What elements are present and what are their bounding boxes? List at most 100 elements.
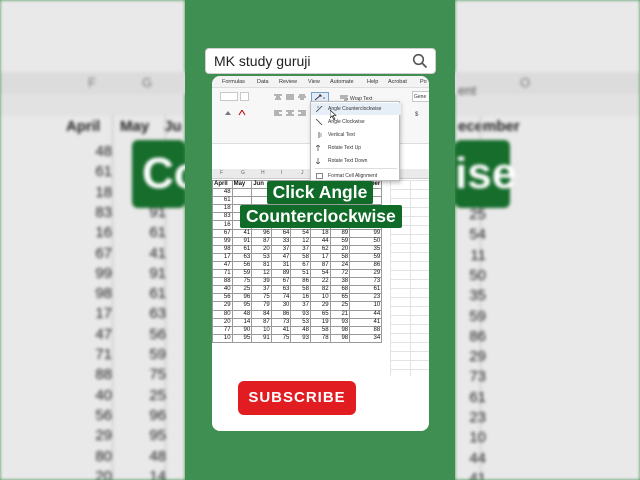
align-middle-icon[interactable] (286, 94, 294, 100)
table-cell[interactable]: 40 (212, 285, 233, 295)
table-cell[interactable]: 10 (212, 333, 233, 343)
table-cell[interactable]: 53 (290, 317, 311, 327)
table-cell[interactable]: 71 (212, 269, 233, 279)
table-cell[interactable]: 95 (231, 333, 253, 343)
menu-more[interactable]: Po (420, 76, 427, 88)
align-center-icon[interactable] (286, 110, 294, 116)
column-letter[interactable]: I (281, 170, 282, 176)
table-cell[interactable]: 37 (290, 244, 311, 254)
table-cell[interactable]: 61 (231, 244, 253, 254)
table-cell[interactable]: 37 (290, 301, 311, 311)
table-cell[interactable]: 89 (329, 228, 351, 238)
table-cell[interactable]: 65 (309, 309, 331, 319)
search-bar[interactable]: MK study guruji (205, 48, 436, 74)
table-cell[interactable]: 10 (251, 325, 272, 335)
table-cell[interactable]: 67 (270, 277, 292, 287)
table-cell[interactable]: 68 (329, 285, 351, 295)
table-cell[interactable]: 87 (251, 236, 272, 246)
table-cell[interactable]: 88 (212, 277, 233, 287)
fill-color-icon[interactable] (224, 110, 232, 116)
table-cell[interactable]: 90 (231, 325, 253, 335)
table-cell[interactable]: 54 (309, 269, 331, 279)
table-cell[interactable]: 35 (349, 244, 383, 254)
table-cell[interactable]: 84 (251, 309, 272, 319)
table-cell[interactable]: 96 (231, 293, 253, 303)
font-color-icon[interactable] (238, 110, 246, 116)
table-cell[interactable]: 77 (212, 325, 233, 335)
align-top-icon[interactable] (274, 94, 282, 100)
table-cell[interactable]: 44 (309, 236, 331, 246)
table-cell[interactable]: 29 (212, 301, 233, 311)
table-cell[interactable]: 79 (251, 301, 272, 311)
table-cell[interactable]: 58 (290, 285, 311, 295)
increase-font-button[interactable] (240, 92, 249, 101)
table-cell[interactable]: 51 (290, 269, 311, 279)
table-cell[interactable]: 96 (251, 228, 272, 238)
table-cell[interactable]: 50 (349, 236, 383, 246)
column-letter[interactable]: J (301, 170, 304, 176)
table-cell[interactable]: 98 (329, 325, 351, 335)
table-cell[interactable]: 39 (251, 277, 272, 287)
table-cell[interactable]: 41 (231, 228, 253, 238)
table-cell[interactable]: 63 (270, 285, 292, 295)
subscribe-button[interactable]: SUBSCRIBE (238, 381, 356, 415)
table-cell[interactable]: 98 (329, 333, 351, 343)
table-cell[interactable]: 61 (349, 285, 383, 295)
table-cell[interactable]: 18 (212, 204, 233, 214)
table-cell[interactable]: 82 (309, 285, 331, 295)
table-cell[interactable]: 29 (309, 301, 331, 311)
table-cell[interactable]: 80 (212, 309, 233, 319)
table-cell[interactable]: 48 (290, 325, 311, 335)
menu-help[interactable]: Help (367, 76, 378, 88)
table-cell[interactable]: 41 (349, 317, 383, 327)
currency-icon[interactable]: $ (414, 110, 422, 116)
table-cell[interactable]: 72 (329, 269, 351, 279)
table-cell[interactable]: 37 (270, 244, 292, 254)
align-right-icon[interactable] (298, 110, 306, 116)
table-cell[interactable]: 86 (349, 260, 383, 271)
table-cell[interactable]: 17 (309, 252, 331, 262)
table-cell[interactable]: 25 (329, 301, 351, 311)
table-cell[interactable]: 88 (349, 325, 383, 335)
table-cell[interactable]: 47 (212, 260, 233, 271)
table-cell[interactable]: 10 (309, 293, 331, 303)
column-letter[interactable]: H (261, 170, 265, 176)
menu-rotate-text-down[interactable]: Rotate Text Down (311, 155, 401, 167)
menu-angle-counterclockwise[interactable]: Angle Counterclockwise (311, 103, 401, 115)
table-cell[interactable]: 73 (349, 277, 383, 287)
table-cell[interactable]: 91 (251, 333, 272, 343)
search-icon[interactable] (412, 53, 428, 69)
table-cell[interactable]: 89 (270, 269, 292, 279)
menu-angle-clockwise[interactable]: Angle Clockwise (311, 116, 401, 128)
table-cell[interactable]: 31 (270, 260, 292, 271)
number-format-box[interactable]: Gene (412, 91, 429, 102)
table-cell[interactable]: 95 (231, 301, 253, 311)
table-cell[interactable]: 41 (270, 325, 292, 335)
table-cell[interactable]: 48 (212, 188, 233, 198)
table-cell[interactable]: 67 (212, 228, 233, 238)
header-cell[interactable]: April (212, 179, 233, 190)
table-cell[interactable]: 47 (270, 252, 292, 262)
table-cell[interactable]: 53 (251, 252, 272, 262)
table-cell[interactable]: 58 (290, 252, 311, 262)
table-cell[interactable]: 12 (290, 236, 311, 246)
table-cell[interactable]: 54 (290, 228, 311, 238)
menu-vertical-text[interactable]: Vertical Text (311, 129, 401, 141)
align-left-icon[interactable] (274, 110, 282, 116)
table-cell[interactable]: 20 (329, 244, 351, 254)
table-cell[interactable]: 83 (212, 212, 233, 222)
search-input[interactable]: MK study guruji (214, 53, 310, 69)
table-cell[interactable]: 75 (270, 333, 292, 343)
table-cell[interactable]: 78 (309, 333, 331, 343)
table-cell[interactable]: 22 (309, 277, 331, 287)
table-cell[interactable]: 87 (309, 260, 331, 271)
table-cell[interactable]: 73 (270, 317, 292, 327)
table-cell[interactable]: 25 (231, 285, 253, 295)
table-cell[interactable]: 91 (231, 236, 253, 246)
table-cell[interactable]: 30 (270, 301, 292, 311)
table-cell[interactable]: 93 (329, 317, 351, 327)
table-cell[interactable]: 20 (251, 244, 272, 254)
table-cell[interactable]: 20 (212, 317, 233, 327)
table-cell[interactable]: 58 (329, 252, 351, 262)
menu-automate[interactable]: Automate (330, 76, 354, 88)
